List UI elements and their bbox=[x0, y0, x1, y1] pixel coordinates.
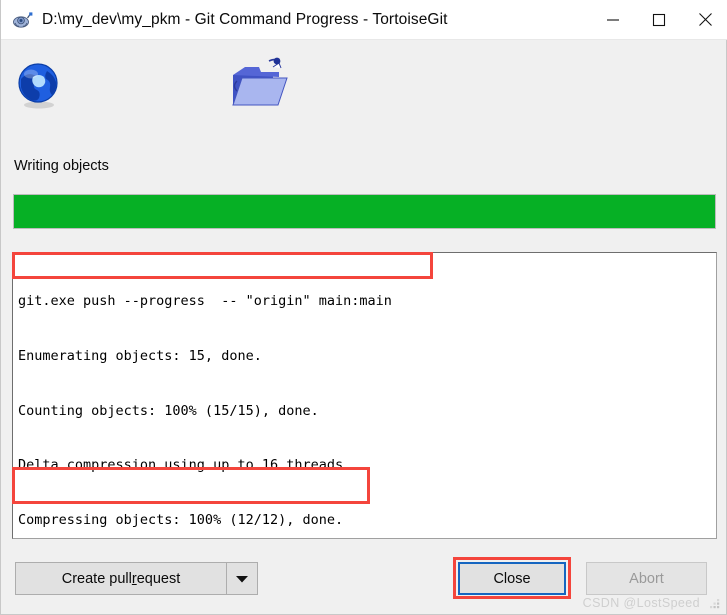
title-bar: D:\my_dev\my_pkm - Git Command Progress … bbox=[1, 0, 727, 40]
log-line-command: git.exe push --progress -- "origin" main… bbox=[18, 293, 392, 310]
window-title: D:\my_dev\my_pkm - Git Command Progress … bbox=[42, 10, 448, 28]
log-line: Delta compression using up to 16 threads bbox=[18, 457, 344, 474]
pull-request-label-post: equest bbox=[136, 570, 181, 587]
tortoisegit-turtle-icon bbox=[11, 9, 33, 31]
pull-request-label-pre: Create pull bbox=[61, 570, 132, 587]
resize-grip[interactable] bbox=[708, 597, 721, 610]
progress-bar bbox=[13, 194, 716, 229]
command-output-panel[interactable]: git.exe push --progress -- "origin" main… bbox=[12, 252, 717, 539]
progress-bar-fill bbox=[14, 195, 715, 228]
progress-status-label: Writing objects bbox=[14, 158, 109, 174]
abort-button: Abort bbox=[586, 562, 707, 595]
log-line: Enumerating objects: 15, done. bbox=[18, 348, 262, 364]
maximize-button[interactable] bbox=[636, 0, 682, 39]
chevron-down-icon[interactable] bbox=[227, 563, 257, 594]
git-command-progress-window: D:\my_dev\my_pkm - Git Command Progress … bbox=[0, 0, 727, 615]
create-pull-request-button[interactable]: Create pull r equest bbox=[16, 563, 227, 594]
window-controls bbox=[590, 0, 727, 39]
push-folder-icon bbox=[229, 55, 291, 113]
close-button[interactable]: Close bbox=[458, 562, 566, 595]
log-line: Counting objects: 100% (15/15), done. bbox=[18, 402, 319, 419]
command-output-lines: git.exe push --progress -- "origin" main… bbox=[18, 256, 522, 538]
icon-row bbox=[1, 39, 727, 149]
minimize-button[interactable] bbox=[590, 0, 636, 39]
globe-icon bbox=[13, 59, 65, 111]
create-pull-request-split-button[interactable]: Create pull r equest bbox=[15, 562, 258, 595]
log-line: Compressing objects: 100% (12/12), done. bbox=[18, 511, 344, 528]
watermark-text: CSDN @LostSpeed bbox=[582, 596, 700, 610]
close-window-button[interactable] bbox=[682, 0, 727, 39]
